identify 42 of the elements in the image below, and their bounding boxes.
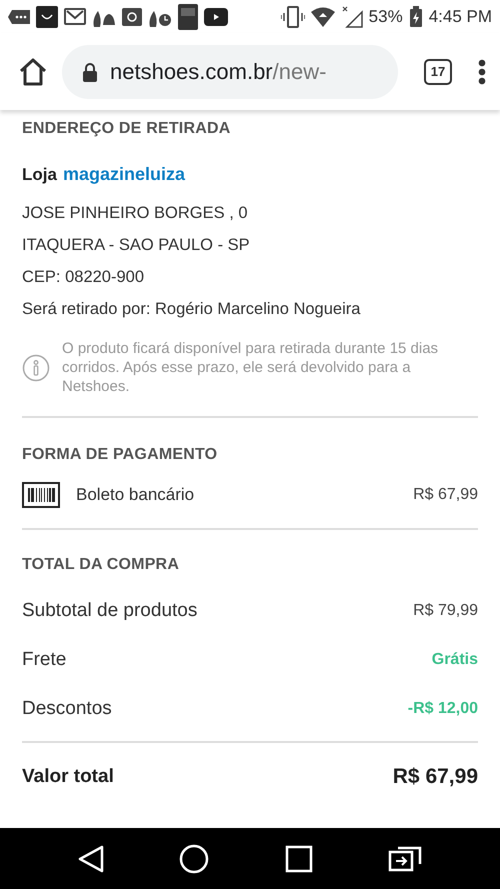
tab-count-button[interactable]: 17 — [424, 58, 452, 84]
barcode-icon — [22, 482, 60, 508]
battery-charging-icon — [408, 6, 423, 28]
grand-total-label: Valor total — [22, 766, 114, 788]
total-value: R$ 79,99 — [413, 602, 478, 620]
vibrate-icon — [280, 6, 305, 28]
clock-time: 4:45 PM — [428, 6, 492, 26]
address-line: Será retirado por: Rogério Marcelino Nogueira — [22, 299, 362, 320]
pickup-note: O produto ficará disponível para retirada durante 15 dias corridos. Após esse prazo, ele será devolvido para a Netshoes. — [62, 339, 440, 396]
total-label: Subtotal de produtos — [22, 600, 198, 622]
back-icon[interactable] — [78, 844, 104, 872]
payment-amount: R$ 67,99 — [413, 486, 478, 504]
section-heading: ENDEREÇO DE RETIRADA — [22, 120, 232, 138]
address-bar[interactable]: netshoes.com.br/new- — [62, 44, 398, 98]
battery-percent: 53% — [368, 6, 403, 26]
signal-icon — [340, 6, 363, 28]
home-icon[interactable] — [18, 58, 48, 86]
url-text: netshoes.com.br/new- — [110, 58, 326, 84]
switch-screens-icon[interactable] — [388, 846, 422, 872]
recents-icon[interactable] — [284, 844, 313, 872]
address-line: CEP: 08220-900 — [22, 267, 146, 288]
smile-app-icon — [36, 6, 58, 28]
chat-icon — [8, 10, 30, 24]
section-heading: FORMA DE PAGAMENTO — [22, 446, 218, 464]
section-heading: TOTAL DA COMPRA — [22, 556, 180, 574]
address-line: ITAQUERA - SAO PAULO - SP — [22, 235, 251, 256]
total-label: Descontos — [22, 698, 112, 720]
more-menu-icon[interactable] — [478, 58, 486, 84]
play-icon — [204, 8, 228, 26]
store-label: Loja — [22, 165, 57, 185]
grand-total-value: R$ 67,99 — [392, 765, 478, 789]
info-icon — [22, 354, 50, 382]
total-value: -R$ 12,00 — [408, 700, 478, 718]
store-brand: magazineluiza — [62, 164, 185, 185]
lock-icon — [82, 62, 98, 82]
total-label: Frete — [22, 648, 66, 670]
address-line: JOSE PINHEIRO BORGES , 0 — [22, 203, 249, 224]
wifi-icon — [310, 6, 335, 26]
total-value: Grátis — [432, 650, 478, 668]
mail-icon — [64, 8, 86, 25]
home-circle-icon[interactable] — [179, 844, 210, 874]
payment-method: Boleto bancário — [76, 485, 194, 505]
